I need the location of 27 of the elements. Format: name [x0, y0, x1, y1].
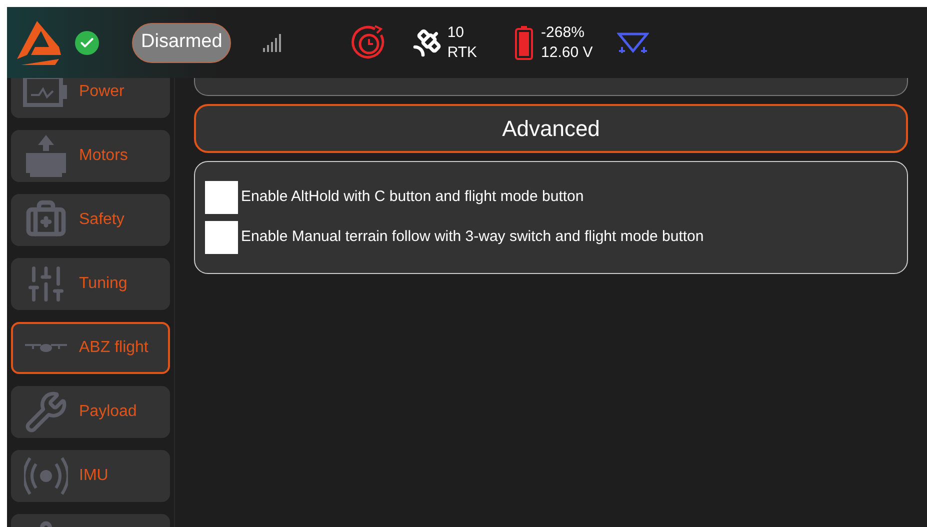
- sidebar-item[interactable]: IMU: [11, 450, 170, 502]
- flight-mode-icon: [616, 30, 649, 54]
- gps-fix-type: RTK: [447, 42, 478, 62]
- motor-icon: [26, 135, 66, 177]
- sidebar-item[interactable]: Payload: [11, 386, 170, 438]
- signal-bars-icon: [263, 34, 282, 52]
- option-label: Enable Manual terrain follow with 3-way switch and flight mode button: [241, 227, 704, 248]
- checkbox[interactable]: [205, 221, 238, 254]
- wrench-icon: [24, 390, 68, 434]
- battery-voltage: 12.60 V: [541, 42, 593, 62]
- drone-icon: [25, 342, 67, 354]
- sidebar-item[interactable]: Power: [11, 78, 170, 118]
- advanced-section-button[interactable]: Advanced: [194, 104, 908, 153]
- sidebar-item[interactable]: ABZ flight: [11, 322, 170, 374]
- battery-percent: -268%: [541, 22, 586, 42]
- power-meter-icon: [23, 78, 69, 109]
- sidebar-item[interactable]: Motors: [11, 130, 170, 182]
- checkbox[interactable]: [205, 181, 238, 214]
- sidebar-item[interactable]: Tuning: [11, 258, 170, 310]
- sidebar-item[interactable]: Safety: [11, 194, 170, 246]
- battery-icon: [515, 26, 534, 60]
- satellite-icon: [411, 26, 444, 58]
- logo-icon: [15, 18, 63, 66]
- satellite-count: 10: [447, 22, 465, 42]
- radio-waves-icon: [24, 456, 68, 496]
- arm-state-button[interactable]: Disarmed: [132, 22, 232, 62]
- option-label: Enable AltHold with C button and flight mode button: [241, 187, 584, 208]
